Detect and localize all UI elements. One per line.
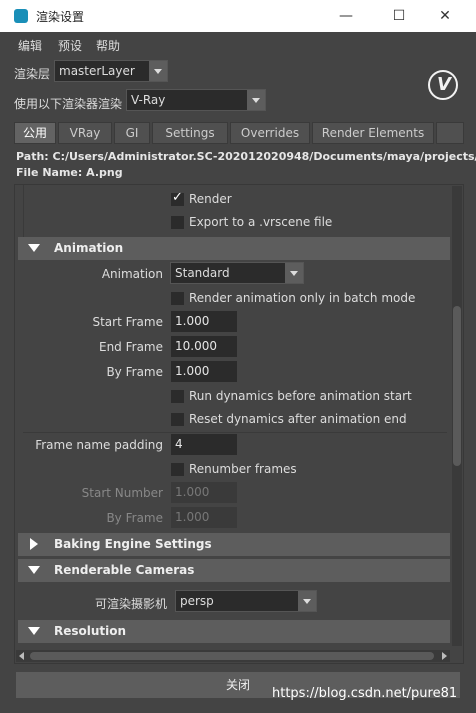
- divider: [23, 432, 447, 433]
- output-file-name: File Name: A.png: [16, 166, 123, 179]
- run-dynamics-label: Run dynamics before animation start: [189, 389, 412, 403]
- window-title: 渲染设置: [36, 10, 85, 24]
- common-settings-panel: ✓ Render Export to a .vrscene file Anima…: [14, 184, 464, 664]
- tab-settings[interactable]: Settings: [152, 122, 228, 144]
- batch-only-checkbox[interactable]: [171, 292, 184, 305]
- start-number-input[interactable]: 1.000: [171, 482, 237, 503]
- animation-label: Animation: [101, 267, 163, 281]
- end-frame-label: End Frame: [98, 340, 163, 354]
- baking-section-header[interactable]: Baking Engine Settings: [18, 533, 450, 556]
- by-frame-renumber-label: By Frame: [106, 511, 163, 525]
- output-path: Path: C:/Users/Administrator.SC-20201202…: [16, 150, 476, 163]
- render-layer-label: 渲染层: [14, 67, 51, 81]
- resolution-section-header[interactable]: Resolution: [18, 620, 450, 643]
- tab-gi[interactable]: GI: [114, 122, 150, 144]
- renderable-camera-label: 可渲染摄影机: [94, 597, 167, 611]
- tab-bar: 公用 VRay GI Settings Overrides Render Ele…: [14, 122, 474, 144]
- horizontal-scroll-thumb[interactable]: [30, 652, 434, 660]
- tab-overrides[interactable]: Overrides: [230, 122, 310, 144]
- renumber-frames-label: Renumber frames: [189, 462, 297, 476]
- reset-dynamics-label: Reset dynamics after animation end: [189, 412, 407, 426]
- maximize-button[interactable]: ☐: [376, 0, 422, 32]
- menu-bar: 编辑 预设 帮助: [0, 32, 476, 56]
- renderer-value: V-Ray: [131, 93, 166, 107]
- left-divider: [23, 185, 24, 245]
- animation-section-title: Animation: [54, 241, 124, 255]
- title-bar: 渲染设置 — ☐ ✕: [0, 0, 476, 32]
- chevron-down-icon: [149, 61, 167, 81]
- cameras-section-title: Renderable Cameras: [54, 563, 195, 577]
- by-frame-label: By Frame: [106, 365, 163, 379]
- frame-padding-label: Frame name padding: [35, 438, 163, 452]
- start-number-label: Start Number: [81, 486, 163, 500]
- reset-dynamics-checkbox[interactable]: [171, 413, 184, 426]
- maya-app-icon: [14, 9, 28, 23]
- checkmark-icon: ✓: [172, 190, 183, 205]
- animation-dropdown[interactable]: Standard: [170, 262, 304, 284]
- baking-section-title: Baking Engine Settings: [54, 537, 212, 551]
- minimize-button[interactable]: —: [323, 0, 369, 32]
- renderer-dropdown[interactable]: V-Ray: [126, 89, 266, 111]
- scroll-right-arrow-icon[interactable]: [442, 652, 447, 660]
- by-frame-renumber-input[interactable]: 1.000: [171, 507, 237, 528]
- run-dynamics-checkbox[interactable]: [171, 390, 184, 403]
- scroll-left-arrow-icon[interactable]: [19, 652, 24, 660]
- start-frame-input[interactable]: 1.000: [171, 311, 237, 332]
- vray-logo-glyph: V: [437, 74, 451, 95]
- render-checkbox[interactable]: ✓: [171, 190, 184, 206]
- start-frame-label: Start Frame: [92, 315, 163, 329]
- vray-logo-icon: V: [428, 70, 458, 100]
- animation-section-header[interactable]: Animation: [18, 237, 450, 260]
- close-window-button[interactable]: ✕: [422, 0, 468, 32]
- watermark-text: https://blog.csdn.net/pure81: [272, 686, 458, 701]
- render-checkbox-label: Render: [189, 192, 232, 206]
- tab-overflow[interactable]: [436, 122, 464, 144]
- batch-only-label: Render animation only in batch mode: [189, 291, 416, 305]
- render-layer-value: masterLayer: [59, 64, 135, 78]
- renderable-camera-dropdown[interactable]: persp: [175, 590, 317, 612]
- vertical-scroll-thumb[interactable]: [453, 306, 461, 466]
- export-vrscene-label: Export to a .vrscene file: [189, 215, 333, 229]
- collapse-triangle-icon: [28, 244, 40, 252]
- renderer-label: 使用以下渲染器渲染: [14, 97, 123, 111]
- collapse-triangle-icon: [28, 627, 40, 635]
- tab-vray[interactable]: VRay: [58, 122, 112, 144]
- tab-render-elements[interactable]: Render Elements: [312, 122, 434, 144]
- export-vrscene-checkbox[interactable]: [171, 216, 184, 229]
- chevron-down-icon: [298, 591, 316, 611]
- collapse-triangle-icon: [28, 566, 40, 574]
- chevron-down-icon: [285, 263, 303, 283]
- chevron-down-icon: [247, 90, 265, 110]
- menu-edit[interactable]: 编辑: [18, 37, 42, 54]
- animation-value: Standard: [175, 266, 230, 280]
- horizontal-scrollbar[interactable]: [16, 650, 450, 662]
- expand-triangle-icon: [30, 538, 38, 550]
- render-settings-window: 渲染设置 — ☐ ✕ 编辑 预设 帮助 渲染层 masterLayer 使用以下…: [0, 0, 476, 713]
- tab-common[interactable]: 公用: [14, 122, 56, 144]
- renumber-frames-checkbox[interactable]: [171, 463, 184, 476]
- by-frame-input[interactable]: 1.000: [171, 361, 237, 382]
- menu-presets[interactable]: 预设: [58, 37, 82, 54]
- end-frame-input[interactable]: 10.000: [171, 336, 237, 357]
- renderable-camera-value: persp: [180, 594, 214, 608]
- menu-help[interactable]: 帮助: [96, 37, 120, 54]
- frame-padding-input[interactable]: 4: [171, 434, 237, 455]
- vertical-scrollbar[interactable]: [452, 186, 462, 646]
- resolution-section-title: Resolution: [54, 624, 127, 638]
- render-layer-dropdown[interactable]: masterLayer: [54, 60, 168, 82]
- cameras-section-header[interactable]: Renderable Cameras: [18, 559, 450, 582]
